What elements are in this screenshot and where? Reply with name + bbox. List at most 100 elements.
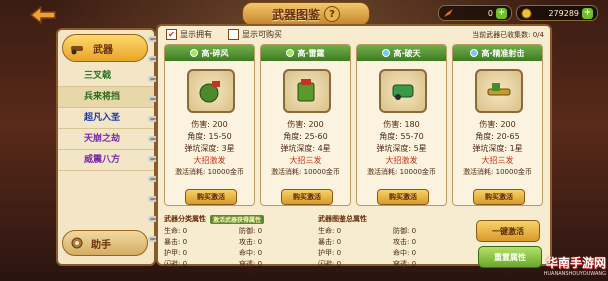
weapon-name: 高·破天 <box>393 48 421 58</box>
checkbox-checked-icon: ✔ <box>166 29 177 40</box>
add-energy-button[interactable]: + <box>496 7 507 19</box>
weapon-name: 高·精准射击 <box>481 48 525 58</box>
filter-bar: ✔ 显示拥有 显示可购买 <box>166 29 282 40</box>
page-title: 武器图鉴 <box>271 7 320 22</box>
category-attributes-hint: 激活武器获得属性 <box>210 214 265 224</box>
weapon-angle: 角度: 20-65 <box>475 132 520 141</box>
attr-value: 攻击: 0 <box>239 238 263 246</box>
weapon-bonus: 大招激发 <box>385 156 418 165</box>
card-header: 高·碎风 <box>165 45 254 61</box>
category-attributes-title: 武器分类属性 激活武器获得属性 <box>164 214 314 224</box>
launcher-weapon-icon <box>392 84 414 100</box>
attr-value: 生命: 0 <box>164 227 188 235</box>
category-item[interactable]: 威震八方 <box>58 150 154 171</box>
weapon-catalog-panel: ✔ 显示拥有 显示可购买 当前武器已收集数: 0/4 高·碎风 伤害: 200 … <box>156 24 552 268</box>
category-item[interactable]: 天崩之劫 <box>58 129 154 150</box>
weapon-depth: 弹坑深度: 1星 <box>472 144 523 153</box>
attr-value: 穿透: 0 <box>239 260 263 268</box>
weapon-name: 高·雷霆 <box>297 48 325 58</box>
attr-value: 防御: 0 <box>393 227 417 235</box>
title-banner: 武器图鉴 ? <box>242 2 370 26</box>
watermark-main: 华南手游网 <box>545 256 606 270</box>
site-watermark: 华南手游网 HUANANSHOUYOUWANG <box>526 254 606 278</box>
category-item[interactable]: 三叉戟 <box>58 66 154 87</box>
watermark-sub: HUANANSHOUYOUWANG <box>543 271 606 277</box>
gem-icon <box>470 49 479 57</box>
buy-activate-button[interactable]: 购买激活 <box>377 189 429 205</box>
cannon-icon <box>71 46 83 55</box>
card-header: 高·精准射击 <box>453 45 542 61</box>
gold-value: 279289 <box>548 8 579 18</box>
attr-value: 护甲: 0 <box>164 249 188 257</box>
attr-value: 暴击: 0 <box>318 238 342 246</box>
gem-icon <box>190 49 199 57</box>
category-attributes-grid: 生命: 0 防御: 0 暴击: 0 攻击: 0 护甲: 0 命中: 0 闪避: … <box>164 226 314 269</box>
add-gold-button[interactable]: + <box>582 7 593 19</box>
weapon-depth: 弹坑深度: 4星 <box>280 144 331 153</box>
category-item[interactable]: 兵来将挡 <box>58 87 154 108</box>
attr-value: 命中: 0 <box>393 249 417 257</box>
category-item[interactable]: 超凡入圣 <box>58 108 154 129</box>
weapon-angle: 角度: 15-50 <box>187 132 232 141</box>
weapon-cost: 激活消耗: 10000金币 <box>175 168 244 176</box>
weapon-depth: 弹坑深度: 3星 <box>184 144 235 153</box>
attr-value: 命中: 0 <box>239 249 263 257</box>
show-owned-filter[interactable]: ✔ 显示拥有 <box>166 29 212 40</box>
weapon-card: 高·精准射击 伤害: 200 角度: 20-65 弹坑深度: 1星 大招三发 激… <box>452 44 543 206</box>
weapon-cost: 激活消耗: 10000金币 <box>367 168 436 176</box>
weapon-damage: 伤害: 200 <box>191 120 228 129</box>
attr-value: 生命: 0 <box>318 227 342 235</box>
weapon-card-list: 高·碎风 伤害: 200 角度: 15-50 弹坑深度: 3星 大招激发 激活消… <box>164 44 543 206</box>
attr-value: 攻击: 0 <box>393 238 417 246</box>
weapon-image <box>379 69 427 113</box>
weapon-damage: 伤害: 200 <box>479 120 516 129</box>
rifle-weapon-icon <box>487 83 511 96</box>
gem-icon <box>286 49 295 57</box>
grenade-weapon-icon <box>199 81 220 103</box>
show-unowned-label: 显示可购买 <box>242 30 282 39</box>
weapon-card: 高·破天 伤害: 180 角度: 55-70 弹坑深度: 5星 大招激发 激活消… <box>356 44 447 206</box>
help-button[interactable]: ? <box>324 6 340 22</box>
attr-value: 护甲: 0 <box>318 249 342 257</box>
weapon-damage: 伤害: 180 <box>383 120 420 129</box>
weapon-angle: 角度: 55-70 <box>379 132 424 141</box>
bazooka-weapon-icon <box>297 79 315 102</box>
category-panel: 武器 三叉戟 兵来将挡 超凡入圣 天崩之劫 威震八方 助手 <box>56 28 156 266</box>
energy-resource: 0 + <box>438 5 512 21</box>
show-unowned-filter[interactable]: 显示可购买 <box>228 29 282 40</box>
buy-activate-button[interactable]: 购买激活 <box>281 189 333 205</box>
card-header: 高·破天 <box>357 45 446 61</box>
tab-weapons-label: 武器 <box>93 44 113 56</box>
one-click-activate-button[interactable]: 一键激活 <box>476 220 540 242</box>
attr-value: 闪避: 0 <box>318 260 342 268</box>
rocket-icon <box>444 9 453 17</box>
weapon-bonus: 大招激发 <box>193 156 226 165</box>
energy-value: 0 <box>487 8 493 18</box>
tab-assistant-label: 助手 <box>91 239 111 251</box>
weapon-cost: 激活消耗: 10000金币 <box>271 168 340 176</box>
tab-assistant[interactable]: 助手 <box>62 230 148 256</box>
gem-icon <box>382 49 391 57</box>
attr-value: 闪避: 0 <box>164 260 188 268</box>
category-attributes-heading: 武器分类属性 <box>164 215 206 223</box>
buy-activate-button[interactable]: 购买激活 <box>185 189 237 205</box>
weapon-name: 高·碎风 <box>201 48 229 58</box>
card-header: 高·雷霆 <box>261 45 350 61</box>
back-arrow-icon <box>29 5 56 25</box>
attr-value: 暴击: 0 <box>164 238 188 246</box>
weapon-depth: 弹坑深度: 5星 <box>376 144 427 153</box>
tab-weapons[interactable]: 武器 <box>62 34 148 62</box>
weapon-bonus: 大招三发 <box>289 156 322 165</box>
buy-activate-button[interactable]: 购买激活 <box>473 189 525 205</box>
weapon-image <box>475 69 523 113</box>
category-attributes: 武器分类属性 激活武器获得属性 生命: 0 防御: 0 暴击: 0 攻击: 0 … <box>164 214 314 268</box>
collection-progress: 当前武器已收集数: 0/4 <box>472 31 544 39</box>
back-button[interactable] <box>28 4 58 26</box>
weapon-card: 高·雷霆 伤害: 200 角度: 25-60 弹坑深度: 4星 大招三发 激活消… <box>260 44 351 206</box>
attr-value: 防御: 0 <box>239 227 263 235</box>
weapon-cost: 激活消耗: 10000金币 <box>463 168 532 176</box>
coin-icon <box>521 8 532 18</box>
gear-icon <box>71 237 83 249</box>
weapon-damage: 伤害: 200 <box>287 120 324 129</box>
show-owned-label: 显示拥有 <box>180 30 212 39</box>
